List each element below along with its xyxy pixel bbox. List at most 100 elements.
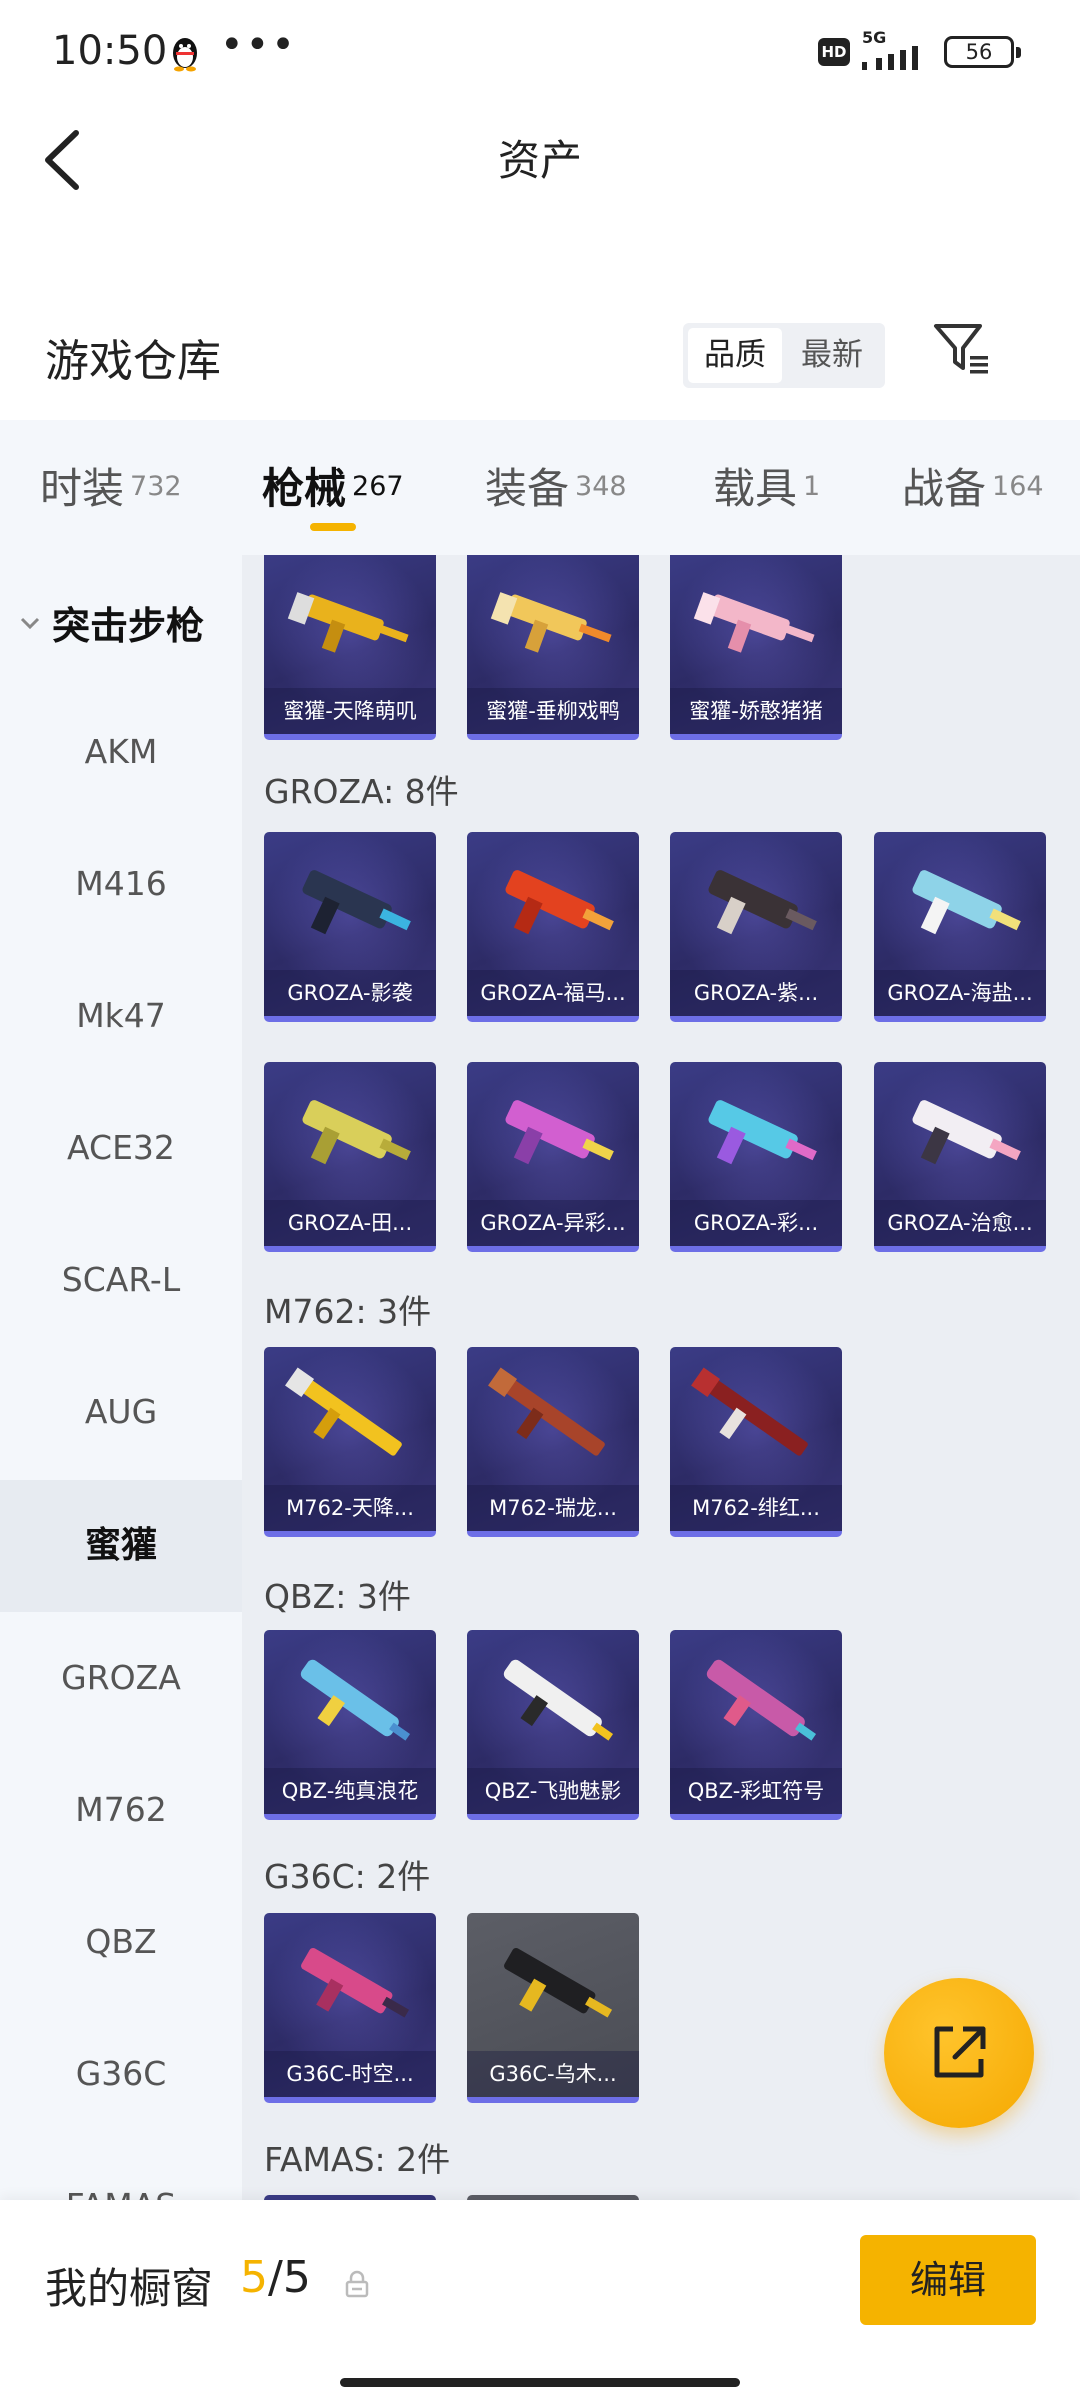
sidebar-item-honeybadger[interactable]: 蜜獾: [0, 1480, 242, 1612]
tab-vehicles[interactable]: 载具 1: [713, 455, 820, 515]
skin-card[interactable]: GROZA-田...: [264, 1062, 436, 1252]
skin-card-name: G36C-乌木...: [467, 2051, 639, 2097]
gun-icon: [708, 870, 817, 935]
gun-icon: [505, 870, 614, 935]
share-fab-button[interactable]: [884, 1978, 1034, 2128]
edit-button[interactable]: 编辑: [860, 2235, 1036, 2325]
skin-card[interactable]: GROZA-影袭: [264, 832, 436, 1022]
gun-icon: [503, 1659, 614, 1741]
skin-card[interactable]: QBZ-纯真浪花: [264, 1630, 436, 1820]
gun-icon: [302, 870, 411, 935]
lock-icon: [345, 2270, 369, 2298]
tab-equipment[interactable]: 装备 348: [485, 455, 627, 515]
share-export-icon: [934, 2026, 986, 2078]
skin-card[interactable]: M762-瑞龙...: [467, 1347, 639, 1537]
sidebar-item-m762[interactable]: M762: [0, 1744, 242, 1876]
gun-icon: [490, 592, 612, 653]
section-label-groza: GROZA: 8件: [264, 772, 459, 811]
skin-card[interactable]: G36C-时空...: [264, 1913, 436, 2103]
skin-card[interactable]: G36C-乌木...: [467, 1913, 639, 2103]
battery-indicator: 56: [944, 36, 1021, 68]
tab-count: 267: [352, 471, 404, 502]
signal-icon: [862, 46, 918, 70]
skin-card-name: M762-瑞龙...: [467, 1485, 639, 1531]
tab-count: 164: [992, 471, 1044, 502]
app-screen: 10:50 ••• HD 5G 56 资产 游戏仓库 品质 最新 时装 732 …: [0, 0, 1080, 2400]
skin-card[interactable]: 蜜獾-天降萌叽: [264, 555, 436, 740]
gun-icon: [300, 1659, 411, 1741]
hd-badge: HD: [818, 38, 850, 66]
skin-card-name: QBZ-纯真浪花: [264, 1768, 436, 1814]
skin-card[interactable]: 蜜獾-垂柳戏鸭: [467, 555, 639, 740]
gun-icon: [912, 1100, 1021, 1165]
sidebar-item-famas[interactable]: FAMAS: [0, 2140, 242, 2200]
sidebar-group-assault-rifles[interactable]: 突击步枪: [18, 595, 204, 650]
skin-card-name: M762-天降...: [264, 1485, 436, 1531]
skin-card[interactable]: GROZA-治愈...: [874, 1062, 1046, 1252]
sidebar-item-groza[interactable]: GROZA: [0, 1612, 242, 1744]
gun-icon: [488, 1367, 605, 1456]
chevron-down-icon: [20, 617, 40, 630]
skin-card-name: GROZA-异彩...: [467, 1200, 639, 1246]
skin-card[interactable]: GROZA-紫...: [670, 832, 842, 1022]
skin-grid: 蜜獾-天降萌叽 蜜獾-垂柳戏鸭 蜜獾-娇憨猪猪 GROZA: 8件 GROZA-…: [242, 555, 1080, 2200]
sidebar-item-ace32[interactable]: ACE32: [0, 1082, 242, 1214]
filter-icon[interactable]: [930, 318, 992, 380]
nav-bar: 资产: [0, 105, 1080, 210]
status-time: 10:50: [52, 28, 168, 74]
skin-card[interactable]: GROZA-异彩...: [467, 1062, 639, 1252]
showcase-count-current: 5: [240, 2252, 268, 2303]
more-dots-icon: •••: [220, 22, 297, 68]
qq-penguin-icon: [173, 38, 197, 72]
skin-card-name: QBZ-彩虹符号: [670, 1768, 842, 1814]
tab-count: 1: [803, 471, 821, 502]
gun-icon: [505, 1100, 614, 1165]
tab-fashion[interactable]: 时装 732: [40, 455, 182, 515]
skin-card[interactable]: GROZA-彩...: [670, 1062, 842, 1252]
skin-card-name: GROZA-影袭: [264, 970, 436, 1016]
tab-firearms[interactable]: 枪械 267: [262, 455, 404, 515]
sort-toggle: 品质 最新: [683, 323, 885, 388]
section-label-m762: M762: 3件: [264, 1292, 432, 1331]
sidebar-item-scar-l[interactable]: SCAR-L: [0, 1214, 242, 1346]
sidebar-item-g36c[interactable]: G36C: [0, 2008, 242, 2140]
showcase-bottom-bar: 我的橱窗 5/5 编辑: [0, 2200, 1080, 2400]
gun-icon: [706, 1659, 817, 1741]
skin-card-name: GROZA-彩...: [670, 1200, 842, 1246]
showcase-count: 5/5: [240, 2252, 311, 2303]
sidebar-item-m416[interactable]: M416: [0, 818, 242, 950]
skin-card[interactable]: GROZA-海盐...: [874, 832, 1046, 1022]
home-indicator[interactable]: [340, 2378, 740, 2387]
status-bar: 10:50 ••• HD 5G 56: [0, 0, 1080, 105]
section-label-g36c: G36C: 2件: [264, 1857, 431, 1896]
skin-card[interactable]: M762-绯红...: [670, 1347, 842, 1537]
skin-card[interactable]: QBZ-飞驰魅影: [467, 1630, 639, 1820]
showcase-count-total: /5: [268, 2252, 311, 2303]
tab-count: 732: [130, 471, 182, 502]
tab-active-indicator: [310, 523, 356, 531]
gun-icon: [708, 1100, 817, 1165]
section-label-famas: FAMAS: 2件: [264, 2140, 451, 2179]
gun-icon: [302, 1100, 411, 1165]
tab-supplies[interactable]: 战备 164: [902, 455, 1044, 515]
skin-card[interactable]: QBZ-彩虹符号: [670, 1630, 842, 1820]
sidebar-item-aug[interactable]: AUG: [0, 1346, 242, 1478]
skin-card[interactable]: M762-天降...: [264, 1347, 436, 1537]
sort-newest-button[interactable]: 最新: [785, 328, 879, 383]
sidebar-item-mk47[interactable]: Mk47: [0, 950, 242, 1082]
skin-card-name: 蜜獾-垂柳戏鸭: [467, 688, 639, 734]
skin-card-name: 蜜獾-娇憨猪猪: [670, 688, 842, 734]
sidebar-group-label: 突击步枪: [52, 604, 205, 648]
gun-icon: [693, 592, 815, 653]
network-type: 5G: [862, 28, 887, 47]
skin-card-name: GROZA-福马...: [467, 970, 639, 1016]
sort-quality-button[interactable]: 品质: [688, 328, 782, 383]
skin-card-name: QBZ-飞驰魅影: [467, 1768, 639, 1814]
tab-label: 载具: [713, 464, 798, 513]
sidebar-item-qbz[interactable]: QBZ: [0, 1876, 242, 2008]
skin-card[interactable]: 蜜獾-娇憨猪猪: [670, 555, 842, 740]
skin-card[interactable]: GROZA-福马...: [467, 832, 639, 1022]
weapon-sidebar: 突击步枪 AKM M416 Mk47 ACE32 SCAR-L AUG 蜜獾 G…: [0, 555, 242, 2200]
sidebar-item-akm[interactable]: AKM: [0, 686, 242, 818]
tab-label: 战备: [902, 464, 987, 513]
